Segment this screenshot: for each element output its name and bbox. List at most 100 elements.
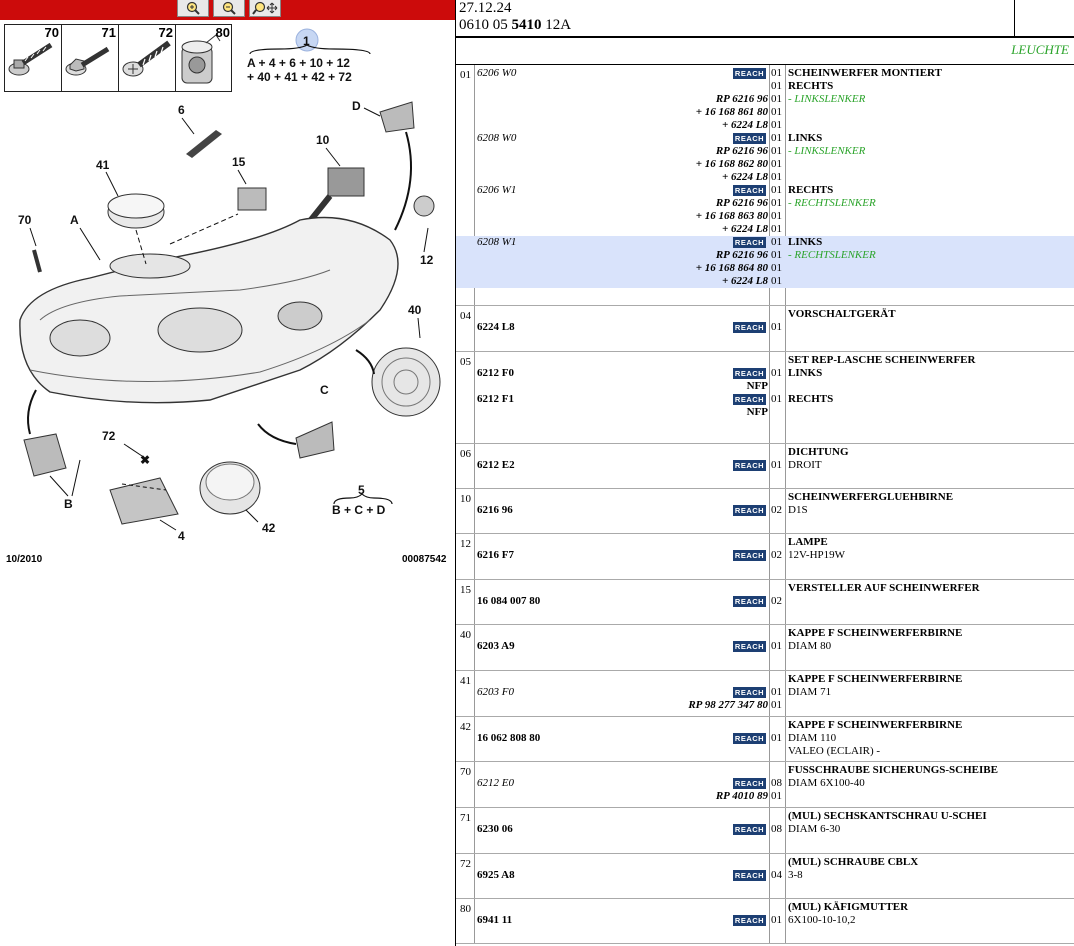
table-row[interactable]: RP 6216 96 01 - LINKSLENKER bbox=[456, 145, 1074, 158]
part-D-bracket[interactable] bbox=[379, 101, 415, 133]
label-42[interactable]: 42 bbox=[262, 521, 276, 535]
reach-badge[interactable]: REACH bbox=[733, 322, 766, 333]
part-15-adjuster[interactable] bbox=[237, 187, 267, 211]
replacement-reference[interactable]: + 16 168 864 80 bbox=[696, 262, 768, 275]
part-reference[interactable]: 6216 F7 bbox=[477, 549, 514, 562]
table-row[interactable]: KAPPE F SCHEINWERFERBIRNE bbox=[456, 719, 1074, 732]
table-row[interactable]: + 6224 L8 01 bbox=[456, 223, 1074, 236]
table-row[interactable]: (MUL) KÄFIGMUTTER bbox=[456, 901, 1074, 914]
part-reference[interactable]: 6212 F1 bbox=[477, 393, 514, 406]
label-6[interactable]: 6 bbox=[178, 103, 185, 117]
table-row[interactable]: RP 98 277 347 80 01 bbox=[456, 699, 1074, 712]
replacement-reference[interactable]: RP 6216 96 bbox=[716, 249, 768, 262]
label-15[interactable]: 15 bbox=[232, 155, 246, 169]
table-row[interactable]: 6212 F0 REACH 01 LINKS bbox=[456, 367, 1074, 380]
table-row[interactable]: 6206 W1 REACH 01 RECHTS bbox=[456, 184, 1074, 197]
table-row[interactable]: RP 6216 96 01 - LINKSLENKER bbox=[456, 93, 1074, 106]
part-6-seal[interactable] bbox=[186, 130, 222, 158]
part-reference[interactable]: 6224 L8 bbox=[477, 321, 515, 334]
label-4[interactable]: 4 bbox=[178, 529, 185, 543]
table-row[interactable]: 16 062 808 80 REACH 01 DIAM 110 bbox=[456, 732, 1074, 745]
table-row[interactable]: 6212 F1 REACH 01 RECHTS bbox=[456, 393, 1074, 406]
part-reference[interactable]: 6203 F0 bbox=[477, 686, 514, 699]
label-40[interactable]: 40 bbox=[408, 303, 422, 317]
reach-badge[interactable]: REACH bbox=[733, 687, 766, 698]
table-row[interactable]: 16 084 007 80 REACH 02 bbox=[456, 595, 1074, 608]
table-row[interactable]: 6224 L8 REACH 01 bbox=[456, 321, 1074, 334]
table-row[interactable]: 6212 E2 REACH 01 DROIT bbox=[456, 459, 1074, 472]
replacement-reference[interactable]: + 16 168 863 80 bbox=[696, 210, 768, 223]
table-row[interactable]: (MUL) SCHRAUBE CBLX bbox=[456, 856, 1074, 869]
table-row[interactable]: FUSSCHRAUBE SICHERUNGS-SCHEIBE bbox=[456, 764, 1074, 777]
part-reference[interactable]: 6230 06 bbox=[477, 823, 513, 836]
replacement-reference[interactable]: RP 6216 96 bbox=[716, 197, 768, 210]
table-row[interactable]: + 16 168 864 80 01 bbox=[456, 262, 1074, 275]
reach-badge[interactable]: REACH bbox=[733, 870, 766, 881]
table-row[interactable]: RP 4010 89 01 bbox=[456, 790, 1074, 803]
table-row[interactable]: VALEO (ECLAIR) - bbox=[456, 745, 1074, 758]
zoom-pan-button[interactable] bbox=[249, 0, 281, 17]
table-row[interactable]: SCHEINWERFERGLUEHBIRNE bbox=[456, 491, 1074, 504]
part-reference[interactable]: 16 084 007 80 bbox=[477, 595, 540, 608]
reach-badge[interactable]: REACH bbox=[733, 596, 766, 607]
table-row[interactable]: NFP bbox=[456, 406, 1074, 419]
part-reference[interactable]: 6212 E2 bbox=[477, 459, 515, 472]
reach-badge[interactable]: REACH bbox=[733, 733, 766, 744]
table-row[interactable]: 01 RECHTS bbox=[456, 80, 1074, 93]
table-row[interactable]: + 6224 L8 01 bbox=[456, 119, 1074, 132]
part-70-screw[interactable] bbox=[32, 249, 42, 273]
table-row[interactable]: SET REP-LASCHE SCHEINWERFER bbox=[456, 354, 1074, 367]
reach-badge[interactable]: REACH bbox=[733, 133, 766, 144]
replacement-reference[interactable]: + 6224 L8 bbox=[722, 275, 768, 288]
part-C-bracket[interactable] bbox=[295, 421, 335, 459]
table-row[interactable]: 6212 E0 REACH 08 DIAM 6X100-40 bbox=[456, 777, 1074, 790]
reach-badge[interactable]: REACH bbox=[733, 185, 766, 196]
zoom-out-button[interactable] bbox=[213, 0, 245, 17]
replacement-reference[interactable]: + 16 168 861 80 bbox=[696, 106, 768, 119]
part-10-bulb[interactable] bbox=[327, 167, 365, 197]
part-reference[interactable]: 6216 96 bbox=[477, 504, 513, 517]
table-row[interactable]: 6230 06 REACH 08 DIAM 6-30 bbox=[456, 823, 1074, 836]
label-D[interactable]: D bbox=[352, 99, 361, 113]
table-row[interactable]: RP 6216 96 01 - RECHTSLENKER bbox=[456, 197, 1074, 210]
reach-badge[interactable]: REACH bbox=[733, 368, 766, 379]
label-10[interactable]: 10 bbox=[316, 133, 330, 147]
label-A[interactable]: A bbox=[70, 213, 79, 227]
part-reference[interactable]: 16 062 808 80 bbox=[477, 732, 540, 745]
table-row[interactable]: LAMPE bbox=[456, 536, 1074, 549]
part-4-ballast[interactable] bbox=[109, 477, 179, 525]
part-reference[interactable]: 6206 W0 bbox=[477, 67, 516, 80]
reach-badge[interactable]: REACH bbox=[733, 778, 766, 789]
replacement-reference[interactable]: RP 6216 96 bbox=[716, 145, 768, 158]
reach-badge[interactable]: REACH bbox=[733, 460, 766, 471]
table-row[interactable]: KAPPE F SCHEINWERFERBIRNE bbox=[456, 627, 1074, 640]
table-row[interactable]: VERSTELLER AUF SCHEINWERFER bbox=[456, 582, 1074, 595]
reach-badge[interactable]: REACH bbox=[733, 824, 766, 835]
part-reference[interactable]: 6925 A8 bbox=[477, 869, 515, 882]
reach-badge[interactable]: REACH bbox=[733, 394, 766, 405]
label-72[interactable]: 72 bbox=[102, 429, 116, 443]
table-row[interactable]: + 16 168 862 80 01 bbox=[456, 158, 1074, 171]
table-row[interactable]: 6216 F7 REACH 02 12V-HP19W bbox=[456, 549, 1074, 562]
label-70[interactable]: 70 bbox=[18, 213, 32, 227]
part-reference[interactable]: 6212 F0 bbox=[477, 367, 514, 380]
part-B-bracket[interactable] bbox=[23, 433, 67, 477]
label-B[interactable]: B bbox=[64, 497, 73, 511]
table-row[interactable]: + 6224 L8 01 bbox=[456, 171, 1074, 184]
replacement-reference[interactable]: RP 4010 89 bbox=[716, 790, 768, 803]
part-reference[interactable]: 6208 W0 bbox=[477, 132, 516, 145]
part-reference[interactable]: 6203 A9 bbox=[477, 640, 515, 653]
reach-badge[interactable]: REACH bbox=[733, 915, 766, 926]
replacement-reference[interactable]: + 6224 L8 bbox=[722, 119, 768, 132]
part-reference[interactable]: 6941 11 bbox=[477, 914, 512, 927]
label-41[interactable]: 41 bbox=[96, 158, 110, 172]
table-row[interactable]: 6216 96 REACH 02 D1S bbox=[456, 504, 1074, 517]
table-row[interactable]: + 6224 L8 01 bbox=[456, 275, 1074, 288]
replacement-reference[interactable]: + 16 168 862 80 bbox=[696, 158, 768, 171]
table-row[interactable]: 6203 F0 REACH 01 DIAM 71 bbox=[456, 686, 1074, 699]
table-row[interactable]: 6208 W0 REACH 01 LINKS bbox=[456, 132, 1074, 145]
replacement-reference[interactable]: + 6224 L8 bbox=[722, 223, 768, 236]
table-row[interactable]: (MUL) SECHSKANTSCHRAU U-SCHEI bbox=[456, 810, 1074, 823]
table-row[interactable]: 6203 A9 REACH 01 DIAM 80 bbox=[456, 640, 1074, 653]
reach-badge[interactable]: REACH bbox=[733, 641, 766, 652]
